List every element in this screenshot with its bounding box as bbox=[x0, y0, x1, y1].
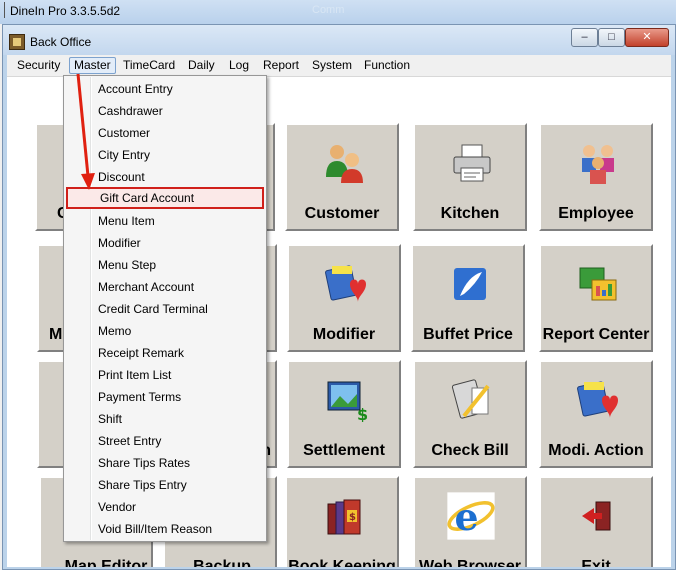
tile-label: Web Browser bbox=[419, 558, 521, 567]
menu-timecard[interactable]: TimeCard bbox=[119, 57, 179, 74]
menu-function[interactable]: Function bbox=[360, 57, 414, 74]
menubar: Security Master TimeCard Daily Log Repor… bbox=[7, 55, 671, 77]
tile-modi-action[interactable]: Modi. Action bbox=[539, 360, 653, 468]
window-titlebar[interactable]: Back Office – □ ✕ bbox=[3, 25, 675, 55]
svg-text:$: $ bbox=[349, 512, 356, 523]
tile-label: Kitchen bbox=[440, 205, 500, 222]
close-button[interactable]: ✕ bbox=[625, 28, 669, 47]
tile-label: Employee bbox=[558, 205, 634, 222]
tile-customer[interactable]: Customer bbox=[285, 123, 399, 231]
tile-modifier[interactable]: Modifier bbox=[287, 244, 401, 352]
menu-item-payment-terms[interactable]: Payment Terms bbox=[66, 386, 264, 408]
menu-heart-icon bbox=[325, 265, 366, 302]
menu-item-menu-item[interactable]: Menu Item bbox=[66, 210, 264, 232]
menu-master[interactable]: Master bbox=[69, 57, 116, 74]
tile-label: Map Editor bbox=[64, 558, 148, 567]
menu-item-city-entry[interactable]: City Entry bbox=[66, 144, 264, 166]
employees-icon bbox=[582, 145, 614, 184]
window-title: Back Office bbox=[30, 35, 92, 49]
tile-label: Modifier bbox=[312, 326, 376, 343]
menu-item-void-bill-item-reason[interactable]: Void Bill/Item Reason bbox=[66, 518, 264, 540]
menu-heart-icon bbox=[577, 381, 618, 418]
menu-item-credit-card-terminal[interactable]: Credit Card Terminal bbox=[66, 298, 264, 320]
tile-label: Exit bbox=[581, 558, 611, 567]
tile-employee[interactable]: Employee bbox=[539, 123, 653, 231]
exit-door-icon bbox=[582, 501, 611, 531]
menu-item-cashdrawer[interactable]: Cashdrawer bbox=[66, 100, 264, 122]
tile-settlement[interactable]: $ Settlement bbox=[287, 360, 401, 468]
tile-buffet-price[interactable]: Buffet Price bbox=[411, 244, 525, 352]
menu-log[interactable]: Log bbox=[225, 57, 253, 74]
tile-kitchen[interactable]: Kitchen bbox=[413, 123, 527, 231]
menu-item-share-tips-entry[interactable]: Share Tips Entry bbox=[66, 474, 264, 496]
tile-report-center[interactable]: Report Center bbox=[539, 244, 653, 352]
svg-text:e: e bbox=[454, 494, 478, 539]
tile-label: Buffet Price bbox=[423, 326, 513, 343]
menu-system[interactable]: System bbox=[308, 57, 356, 74]
menu-item-shift[interactable]: Shift bbox=[66, 408, 264, 430]
printer-icon bbox=[453, 144, 491, 182]
menu-security[interactable]: Security bbox=[13, 57, 64, 74]
menu-item-customer[interactable]: Customer bbox=[66, 122, 264, 144]
settlement-icon: $ bbox=[327, 381, 368, 422]
menu-report[interactable]: Report bbox=[259, 57, 303, 74]
tile-check-bill[interactable]: Check Bill bbox=[413, 360, 527, 468]
tile-label: Report Center bbox=[542, 326, 650, 343]
tile-label: Backup bbox=[193, 558, 251, 567]
menu-item-vendor[interactable]: Vendor bbox=[66, 496, 264, 518]
master-dropdown-menu: Account Entry Cashdrawer Customer City E… bbox=[63, 75, 267, 542]
tile-label: Settlement bbox=[303, 442, 385, 459]
menu-item-account-entry[interactable]: Account Entry bbox=[66, 78, 264, 100]
tile-exit[interactable]: Exit bbox=[539, 476, 653, 567]
menu-item-merchant-account[interactable]: Merchant Account bbox=[66, 276, 264, 298]
tile-label: Customer bbox=[304, 205, 380, 222]
outer-window-titlebar: DineIn Pro 3.3.5.5d2 Comm bbox=[0, 0, 676, 24]
report-windows-icon bbox=[579, 267, 617, 301]
outer-window-title: DineIn Pro 3.3.5.5d2 bbox=[10, 4, 121, 18]
quill-icon bbox=[454, 268, 486, 300]
people-icon bbox=[326, 145, 363, 183]
menu-item-receipt-remark[interactable]: Receipt Remark bbox=[66, 342, 264, 364]
menu-item-street-entry[interactable]: Street Entry bbox=[66, 430, 264, 452]
tile-book-keeping[interactable]: $ Book Keeping bbox=[285, 476, 399, 567]
books-icon: $ bbox=[327, 499, 361, 535]
outer-window-edge bbox=[0, 2, 5, 18]
calculator-icon bbox=[451, 379, 490, 419]
tile-label: Check Bill bbox=[431, 442, 509, 459]
menu-item-print-item-list[interactable]: Print Item List bbox=[66, 364, 264, 386]
menu-item-share-tips-rates[interactable]: Share Tips Rates bbox=[66, 452, 264, 474]
tile-web-browser[interactable]: e Web Browser bbox=[413, 476, 527, 567]
menu-item-gift-card-account[interactable]: Gift Card Account bbox=[66, 187, 264, 209]
app-icon[interactable] bbox=[9, 34, 25, 50]
svg-text:$: $ bbox=[357, 405, 368, 422]
menu-item-memo[interactable]: Memo bbox=[66, 320, 264, 342]
menu-item-discount[interactable]: Discount bbox=[66, 166, 264, 188]
tile-label: Book Keeping bbox=[288, 558, 396, 567]
maximize-button[interactable]: □ bbox=[598, 28, 625, 47]
minimize-button[interactable]: – bbox=[571, 28, 598, 47]
outer-window-faded-text: Comm bbox=[312, 4, 345, 16]
internet-explorer-icon: e bbox=[447, 492, 495, 540]
menu-daily[interactable]: Daily bbox=[184, 57, 219, 74]
tile-label: Modi. Action bbox=[548, 442, 644, 459]
menu-item-menu-step[interactable]: Menu Step bbox=[66, 254, 264, 276]
menu-item-modifier[interactable]: Modifier bbox=[66, 232, 264, 254]
